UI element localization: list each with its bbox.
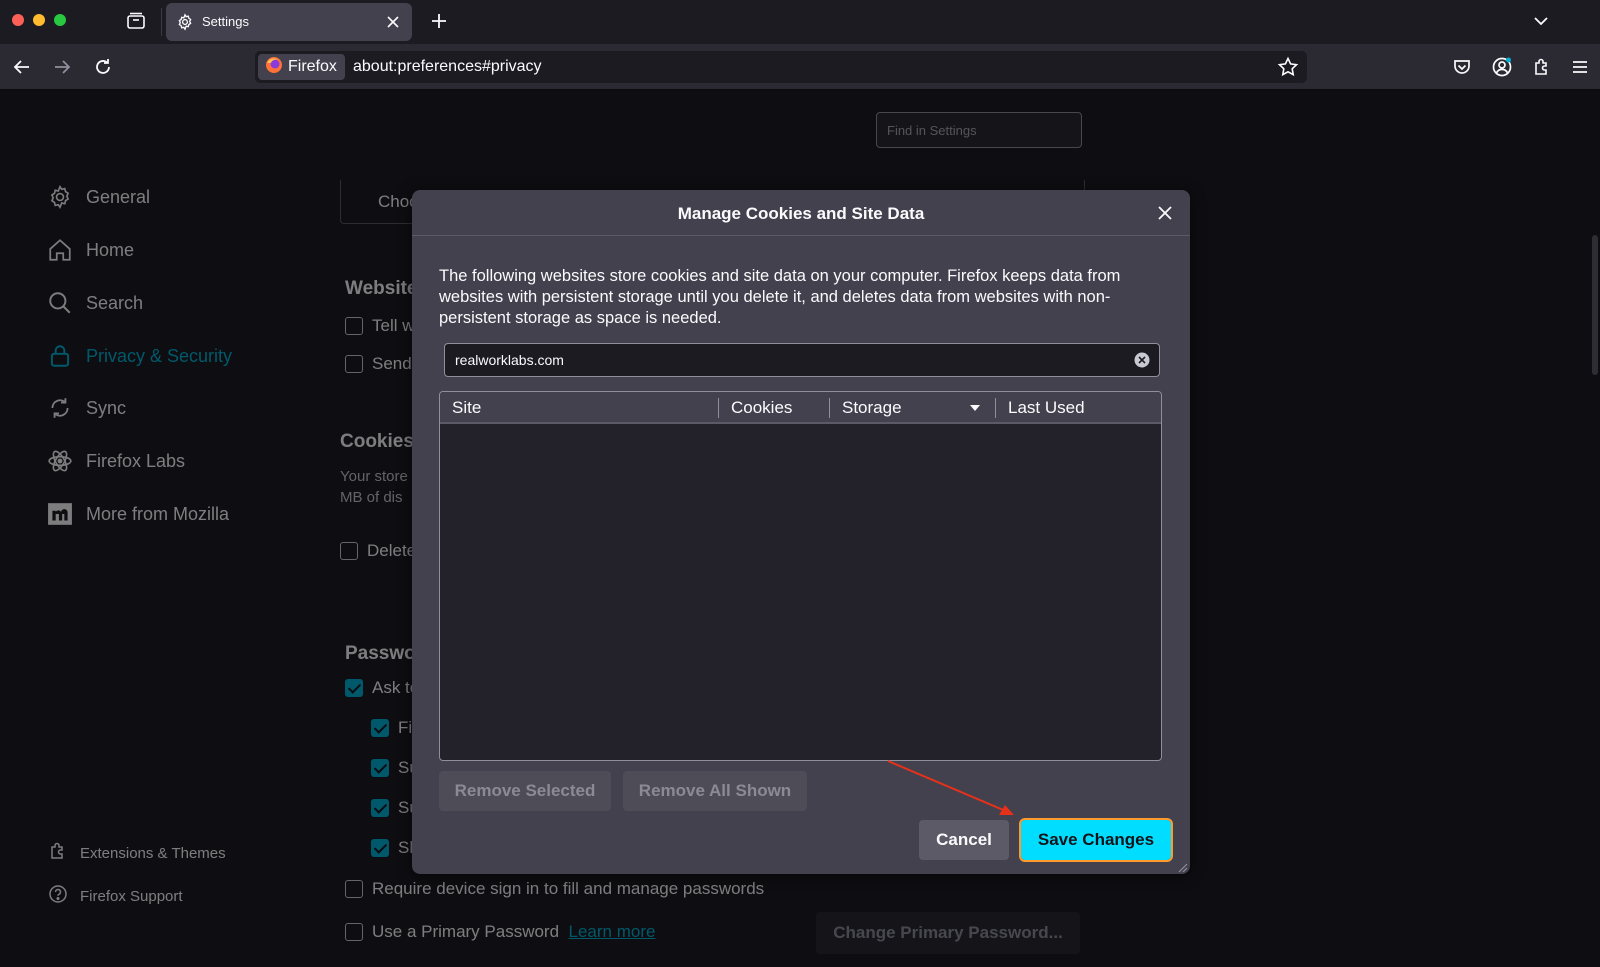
site-search-input[interactable] [444,343,1160,377]
firefox-logo-icon [265,56,283,79]
clear-search-icon[interactable] [1134,352,1150,368]
window-zoom-button[interactable] [54,14,66,26]
extensions-puzzle-icon[interactable] [1528,53,1556,81]
dialog-header: Manage Cookies and Site Data [412,190,1190,236]
tab-settings[interactable]: Settings [166,3,412,41]
identity-label: Firefox [288,58,337,75]
identity-box[interactable]: Firefox [258,54,345,80]
column-header-last-used[interactable]: Last Used [996,392,1161,424]
window-minimize-button[interactable] [33,14,45,26]
menu-hamburger-icon[interactable] [1566,53,1594,81]
account-icon[interactable] [1488,53,1516,81]
remove-all-shown-button[interactable]: Remove All Shown [623,771,807,811]
chevron-down-icon[interactable] [1528,8,1554,34]
resize-grip-icon[interactable] [1176,860,1188,873]
reload-icon[interactable] [89,53,117,81]
table-header: Site Cookies Storage Last Used [440,392,1161,424]
close-icon[interactable] [384,13,402,31]
url-text: about:preferences#privacy [353,58,542,75]
tab-strip: Settings [0,0,1600,44]
cancel-button[interactable]: Cancel [919,820,1009,860]
back-arrow-icon[interactable] [8,53,36,81]
close-icon[interactable] [1152,200,1178,226]
sort-descending-icon [970,405,980,411]
firefox-view-icon[interactable] [123,8,149,34]
column-header-site[interactable]: Site [440,392,718,424]
dialog-title: Manage Cookies and Site Data [677,204,925,223]
window-close-button[interactable] [12,14,24,26]
bookmark-star-icon[interactable] [1277,56,1299,78]
save-changes-button[interactable]: Save Changes [1019,818,1173,862]
column-header-cookies[interactable]: Cookies [719,392,829,424]
pocket-icon[interactable] [1448,53,1476,81]
forward-arrow-icon[interactable] [48,53,76,81]
tab-title: Settings [202,14,249,29]
manage-cookies-dialog: Manage Cookies and Site Data The followi… [412,190,1190,874]
dialog-description: The following websites store cookies and… [439,267,1121,327]
new-tab-button[interactable] [426,8,452,34]
gear-icon [176,13,194,31]
remove-selected-button[interactable]: Remove Selected [439,771,611,811]
url-bar[interactable]: Firefox about:preferences#privacy [255,51,1307,83]
tab-separator [161,8,162,36]
site-data-table[interactable]: Site Cookies Storage Last Used [439,391,1162,761]
navigation-toolbar: Firefox about:preferences#privacy [0,44,1600,90]
